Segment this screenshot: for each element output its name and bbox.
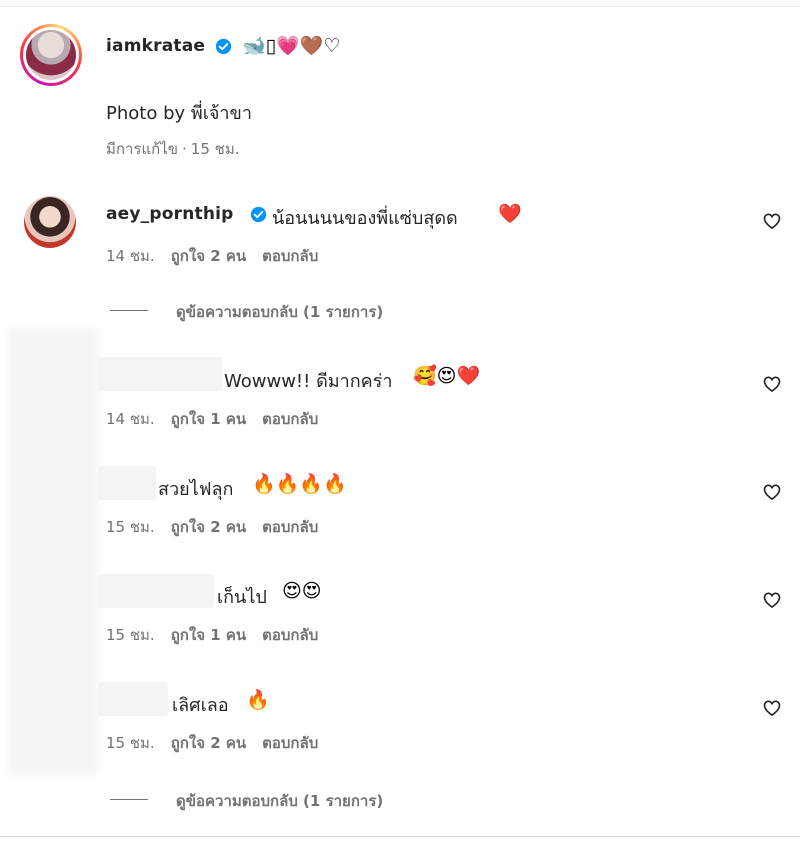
like-heart-icon[interactable] [762,590,782,610]
comment-time: 14 ชม. [106,247,155,265]
blurred-username [98,574,214,608]
comment-meta: 15 ชม. ถูกใจ 1 คน ตอบกลับ [106,623,334,647]
comment-meta: 14 ชม. ถูกใจ 1 คน ตอบกลับ [106,407,334,431]
comment-emojis: 🔥🔥🔥🔥 [252,473,347,495]
post-author-username[interactable]: iamkratae [106,36,205,56]
comment-time: 15 ชม. [106,734,155,752]
reply-button[interactable]: ตอบกลับ [262,734,318,752]
verified-badge-icon [215,38,232,55]
comment-time: 14 ชม. [106,410,155,428]
reply-button[interactable]: ตอบกลับ [262,247,318,265]
comment-text: เลิศเลอ [172,695,229,716]
comment-username[interactable]: aey_pornthip [106,204,234,224]
like-heart-icon[interactable] [762,698,782,718]
comment-meta: 15 ชม. ถูกใจ 2 คน ตอบกลับ [106,515,334,539]
comment-emojis: 😍😍 [282,580,322,602]
blurred-username [98,357,222,391]
comment-meta: 15 ชม. ถูกใจ 2 คน ตอบกลับ [106,731,334,755]
replies-divider [110,310,148,311]
comment-time: 15 ชม. [106,626,155,644]
bottom-divider [0,836,800,837]
like-heart-icon[interactable] [762,211,782,231]
edited-label: มีการแก้ไข [106,140,178,158]
comment-emojis: ❤️ [498,203,522,225]
post-author-avatar[interactable] [20,24,82,86]
comment-time: 15 ชม. [106,518,155,536]
comment-likes[interactable]: ถูกใจ 2 คน [171,518,246,536]
blurred-username [98,466,156,500]
comment-text: น้อนนนนของพี่แซ่บสุดด [272,208,458,229]
comment-likes[interactable]: ถูกใจ 1 คน [171,410,246,428]
caption-emojis: 🐋▯💗🤎♡ [242,35,341,57]
reply-button[interactable]: ตอบกลับ [262,410,318,428]
comment-emojis: 🥰😍❤️ [413,365,481,387]
comment-likes[interactable]: ถูกใจ 2 คน [171,734,246,752]
view-replies-button[interactable]: ดูข้อความตอบกลับ (1 รายการ) [176,789,383,813]
comment-text: Wowww!! ดีมากคร่า [224,371,393,392]
comment-text: เก็นไป [217,587,267,608]
like-heart-icon[interactable] [762,374,782,394]
comment-text: สวยไฟลุก [158,479,234,500]
comment-likes[interactable]: ถูกใจ 1 คน [171,626,246,644]
verified-badge-icon [250,206,267,223]
replies-divider [110,799,148,800]
comment-avatar[interactable] [24,196,76,248]
post-meta: มีการแก้ไข · 15 ชม. [106,140,240,158]
comment-likes[interactable]: ถูกใจ 2 คน [171,247,246,265]
reply-button[interactable]: ตอบกลับ [262,626,318,644]
top-divider [0,0,800,7]
like-heart-icon[interactable] [762,482,782,502]
comment-emojis: 🔥 [246,689,270,711]
blurred-username [98,682,168,716]
post-caption: Photo by พี่เจ้าขา [106,103,252,124]
view-replies-button[interactable]: ดูข้อความตอบกลับ (1 รายการ) [176,300,383,324]
post-time: 15 ชม. [190,140,240,158]
blurred-avatars [8,328,98,774]
reply-button[interactable]: ตอบกลับ [262,518,318,536]
comment-meta: 14 ชม. ถูกใจ 2 คน ตอบกลับ [106,244,334,268]
